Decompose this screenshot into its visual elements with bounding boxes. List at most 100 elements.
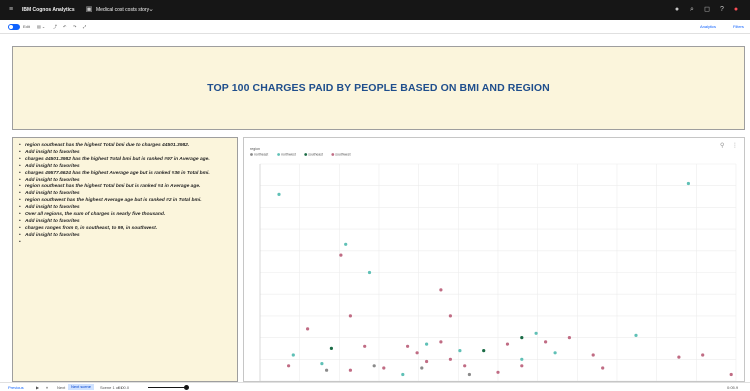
data-point-northeast[interactable]	[420, 366, 424, 370]
data-point-southwest[interactable]	[339, 253, 343, 257]
data-point-southwest[interactable]	[363, 344, 367, 348]
data-point-southwest[interactable]	[463, 364, 467, 368]
timer: 0:00.0	[118, 385, 130, 390]
insight-item: Over all regions, the sum of charges is …	[19, 212, 233, 219]
data-point-northwest[interactable]	[534, 331, 538, 335]
timeline-knob[interactable]	[184, 385, 189, 390]
data-point-northwest[interactable]	[320, 362, 324, 366]
data-point-southeast[interactable]	[482, 349, 486, 353]
data-point-northeast[interactable]	[372, 364, 376, 368]
data-point-southwest[interactable]	[496, 370, 500, 374]
more-options-icon[interactable]: ⋮	[732, 142, 738, 149]
legend-swatch-northwest	[277, 153, 280, 156]
data-point-northwest[interactable]	[344, 242, 348, 246]
data-point-southwest[interactable]	[348, 314, 352, 318]
report-name[interactable]: Medical cost costs story	[96, 7, 149, 13]
report-icon: ▣	[85, 6, 93, 13]
data-point-southwest[interactable]	[505, 342, 510, 346]
redo-icon[interactable]: ↷	[73, 24, 76, 29]
legend-label-southwest[interactable]: southwest	[335, 153, 350, 157]
insight-item[interactable]: Add insight to favorites	[19, 233, 233, 240]
chevron-down-icon[interactable]: ⌄	[146, 5, 156, 15]
data-point-southwest[interactable]	[677, 355, 681, 359]
data-point-northwest[interactable]	[458, 349, 462, 353]
scatter-chart-panel[interactable]: ⚲ ⋮ region northeast northwest southeast south…	[243, 137, 745, 382]
data-point-northwest[interactable]	[553, 351, 557, 355]
edit-label: Edit	[23, 24, 30, 29]
chat-icon[interactable]: ◻	[702, 5, 712, 15]
next-button[interactable]: Next	[57, 385, 65, 390]
scatter-chart[interactable]: ⚲ ⋮ region northeast northwest southeast south…	[244, 138, 745, 382]
data-point-southwest[interactable]	[406, 344, 410, 348]
data-point-northeast[interactable]	[467, 372, 471, 377]
data-point-southwest[interactable]	[448, 314, 452, 318]
playback-bar: Previous ▶ ⏸ Next Next scene Scene 1 of …	[0, 382, 750, 391]
previous-button[interactable]: Previous	[8, 385, 24, 390]
legend-title: region	[250, 147, 260, 151]
timeline-track[interactable]	[148, 387, 188, 388]
data-point-northwest[interactable]	[401, 372, 405, 377]
edit-toggle[interactable]	[8, 24, 20, 30]
data-point-southwest[interactable]	[729, 372, 733, 377]
data-point-southwest[interactable]	[415, 351, 419, 355]
data-point-southeast[interactable]	[329, 346, 333, 350]
data-point-northwest[interactable]	[634, 333, 638, 337]
undo-icon[interactable]: ↶	[63, 24, 66, 29]
app-title: IBM Cognos Analytics	[22, 7, 75, 13]
insight-item[interactable]: Add insight to favorites	[19, 164, 233, 171]
legend-label-northeast[interactable]: northeast	[254, 153, 268, 157]
edit-toolbar: Edit ▤ ⌄ ⤴ ↶ ↷ ⤢ Analytics Filters	[0, 20, 750, 34]
data-point-southwest[interactable]	[701, 353, 705, 357]
data-point-northwest[interactable]	[291, 353, 295, 357]
data-point-northwest[interactable]	[686, 181, 690, 186]
data-point-southwest[interactable]	[448, 357, 452, 361]
data-point-southwest[interactable]	[601, 366, 605, 370]
data-point-southwest[interactable]	[439, 340, 443, 344]
insight-item[interactable]: Add insight to favorites	[19, 219, 233, 226]
data-point-southwest[interactable]	[425, 359, 429, 364]
title-panel[interactable]: TOP 100 CHARGES PAID BY PEOPLE BASED ON …	[12, 46, 745, 130]
data-point-southwest[interactable]	[382, 366, 386, 370]
data-point-southwest[interactable]	[306, 327, 310, 331]
data-point-northeast[interactable]	[325, 368, 329, 372]
data-point-southwest[interactable]	[591, 353, 595, 357]
legend-swatch-southeast	[304, 153, 308, 156]
dashboard-title: TOP 100 CHARGES PAID BY PEOPLE BASED ON …	[207, 82, 550, 94]
insight-item: charges 44501.3982 has the highest Total…	[19, 157, 233, 164]
data-point-southwest[interactable]	[287, 364, 291, 368]
data-point-northwest[interactable]	[277, 192, 281, 196]
data-point-northwest[interactable]	[367, 270, 372, 275]
data-point-southwest[interactable]	[520, 364, 524, 368]
avatar[interactable]: ●	[672, 5, 682, 15]
menu-icon[interactable]: ≡	[6, 5, 16, 15]
legend-swatch-northeast	[250, 153, 253, 156]
data-point-northwest[interactable]	[520, 357, 524, 361]
data-point-southwest[interactable]	[439, 288, 443, 292]
data-point-northwest[interactable]	[425, 342, 429, 346]
insight-item: charges 49577.6624 has the highest Avera…	[19, 171, 233, 178]
insight-item: charges ranges from 0, in southeast, to …	[19, 226, 233, 233]
play-icon[interactable]: ▶	[36, 385, 39, 390]
legend-label-northwest[interactable]: northwest	[281, 153, 296, 157]
search-icon[interactable]: ⌕	[687, 5, 697, 15]
data-point-southwest[interactable]	[567, 336, 571, 340]
data-point-southeast[interactable]	[520, 336, 524, 340]
insights-panel[interactable]: region southeast has the highest Total b…	[12, 137, 238, 382]
insight-item: region southeast has the highest Total b…	[19, 143, 233, 150]
notification-icon[interactable]: ●	[731, 5, 741, 15]
filters-link[interactable]: Filters	[733, 24, 744, 29]
next-scene-button[interactable]: Next scene	[68, 384, 95, 390]
top-bar: ≡ IBM Cognos Analytics ▣ Medical cost co…	[0, 0, 750, 20]
expand-icon[interactable]: ⤢	[83, 24, 86, 29]
pause-icon[interactable]: ⏸	[46, 385, 48, 390]
data-point-southwest[interactable]	[348, 368, 352, 372]
data-point-southwest[interactable]	[544, 340, 548, 344]
view-options-icon[interactable]: ▤ ⌄	[37, 24, 45, 29]
story-canvas: TOP 100 CHARGES PAID BY PEOPLE BASED ON …	[0, 34, 750, 382]
insight-item[interactable]: Add insight to favorites	[19, 150, 233, 157]
share-icon[interactable]: ⤴	[53, 24, 57, 30]
analytics-link[interactable]: Analytics	[700, 24, 716, 29]
pin-icon[interactable]: ⚲	[720, 142, 724, 149]
help-icon[interactable]: ?	[717, 5, 727, 15]
legend-label-southeast[interactable]: southeast	[308, 153, 323, 157]
